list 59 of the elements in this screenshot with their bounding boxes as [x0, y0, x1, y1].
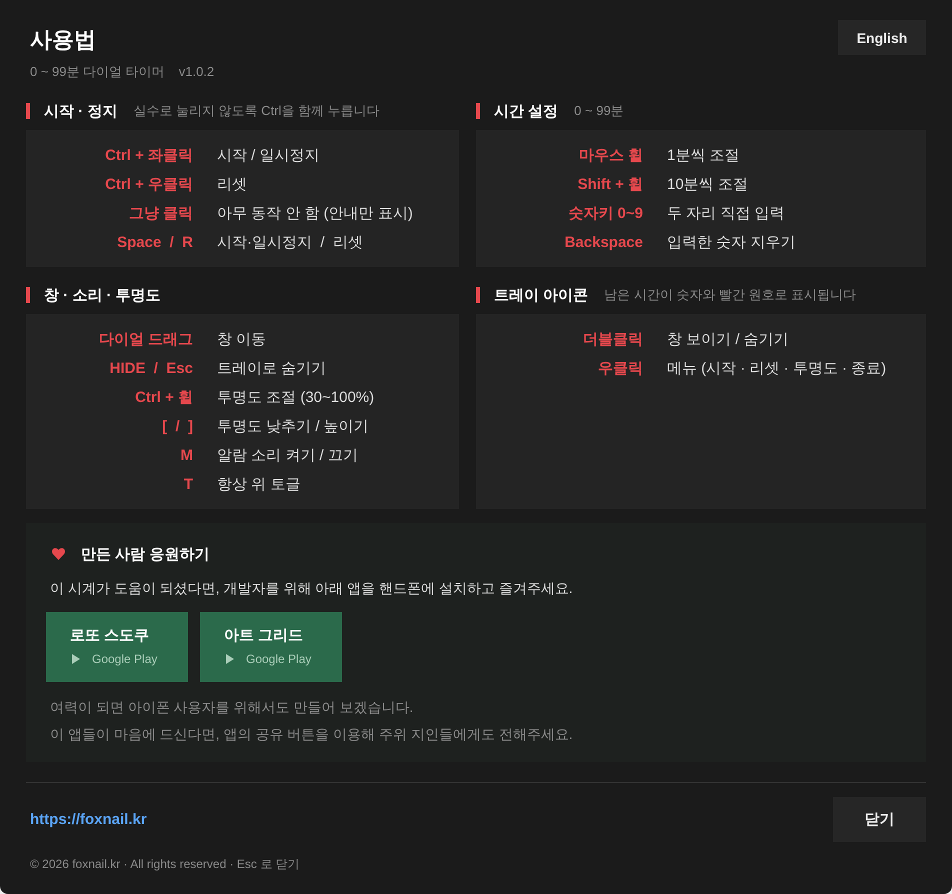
shortcut-key: Ctrl + 우클릭 [105, 174, 193, 194]
section-title: 창 · 소리 · 투명도 [44, 286, 161, 304]
shortcut-action: 창 이동 [217, 330, 266, 350]
section-hint: 0 ~ 99분 [574, 102, 624, 120]
shortcut-key: Ctrl + 휠 [135, 388, 193, 408]
shortcut-action: 시작·일시정지 / 리셋 [217, 232, 363, 252]
shortcut-key: 다이얼 드래그 [98, 330, 193, 350]
shortcut-action: 트레이로 숨기기 [217, 358, 326, 378]
section-title: 트레이 아이콘 [494, 286, 588, 304]
shortcut-action: 두 자리 직접 입력 [667, 204, 785, 224]
section-hint: 실수로 눌리지 않도록 Ctrl을 함께 누릅니다 [133, 102, 380, 120]
shortcut-key: M [180, 446, 193, 466]
shortcut-key: T [184, 474, 193, 494]
language-button[interactable]: English [838, 20, 926, 55]
shortcut-key: 숫자키 0~9 [568, 204, 643, 224]
shortcut-action: 투명도 낮추기 / 높이기 [217, 416, 369, 436]
heart-icon [52, 548, 65, 560]
shortcut-key: 우클릭 [598, 358, 643, 378]
accent-bar [26, 287, 30, 303]
section-title: 시간 설정 [494, 102, 558, 120]
shortcut-action: 항상 위 토글 [217, 474, 300, 494]
shortcut-action: 10분씩 조절 [667, 174, 748, 194]
shortcut-key: Backspace [564, 232, 643, 252]
support-text: 이 시계가 도움이 되셨다면, 개발자를 위해 아래 앱을 핸드폰에 설치하고 즐겨주세요. [50, 579, 573, 598]
shortcut-action: 메뉴 (시작 · 리셋 · 투명도 · 종료) [667, 358, 886, 378]
close-button[interactable]: 닫기 [833, 797, 926, 842]
play-icon [226, 654, 234, 664]
shortcut-key: [ / ] [162, 416, 193, 436]
shortcut-action: 리셋 [217, 174, 247, 194]
shortcut-key: 더블클릭 [583, 330, 643, 350]
accent-bar [476, 103, 480, 119]
shortcut-key: 그냥 클릭 [128, 204, 193, 224]
shortcut-key: Ctrl + 좌클릭 [105, 146, 193, 166]
support-note: 여력이 되면 아이폰 사용자를 위해서도 만들어 보겠습니다. [50, 698, 414, 717]
shortcut-key: 마우스 휠 [578, 146, 643, 166]
copyright-text: © 2026 foxnail.kr · All rights reserved · Esc 로 닫기 [30, 856, 300, 873]
support-title: 만든 사람 응원하기 [81, 544, 210, 564]
section-hint: 남은 시간이 숫자와 빨간 원호로 표시됩니다 [604, 286, 856, 304]
play-icon [72, 654, 80, 664]
page-title: 사용법 [30, 26, 97, 54]
app-store-button[interactable]: 아트 그리드 Google Play [200, 612, 342, 682]
section-title: 시작 · 정지 [44, 102, 118, 120]
shortcut-action: 아무 동작 안 함 (안내만 표시) [217, 204, 413, 224]
shortcut-action: 1분씩 조절 [667, 146, 740, 166]
support-note: 이 앱들이 마음에 드신다면, 앱의 공유 버튼을 이용해 주위 지인들에게도 전해주세요. [50, 725, 573, 744]
accent-bar [476, 287, 480, 303]
shortcut-key: HIDE / Esc [110, 358, 193, 378]
shortcut-action: 투명도 조절 (30~100%) [217, 388, 374, 408]
shortcut-key: Space / R [117, 232, 193, 252]
shortcut-action: 창 보이기 / 숨기기 [667, 330, 789, 350]
accent-bar [26, 103, 30, 119]
shortcut-action: 시작 / 일시정지 [217, 146, 320, 166]
subtitle: 0 ~ 99분 다이얼 타이머 [30, 63, 165, 81]
app-store-button[interactable]: 로또 스도쿠 Google Play [46, 612, 188, 682]
shortcut-action: 알람 소리 켜기 / 끄기 [217, 446, 358, 466]
shortcut-action: 입력한 숫자 지우기 [667, 232, 796, 252]
website-link[interactable]: https://foxnail.kr [30, 811, 147, 828]
shortcut-key: Shift + 휠 [578, 174, 643, 194]
version-label: v1.0.2 [178, 63, 214, 81]
